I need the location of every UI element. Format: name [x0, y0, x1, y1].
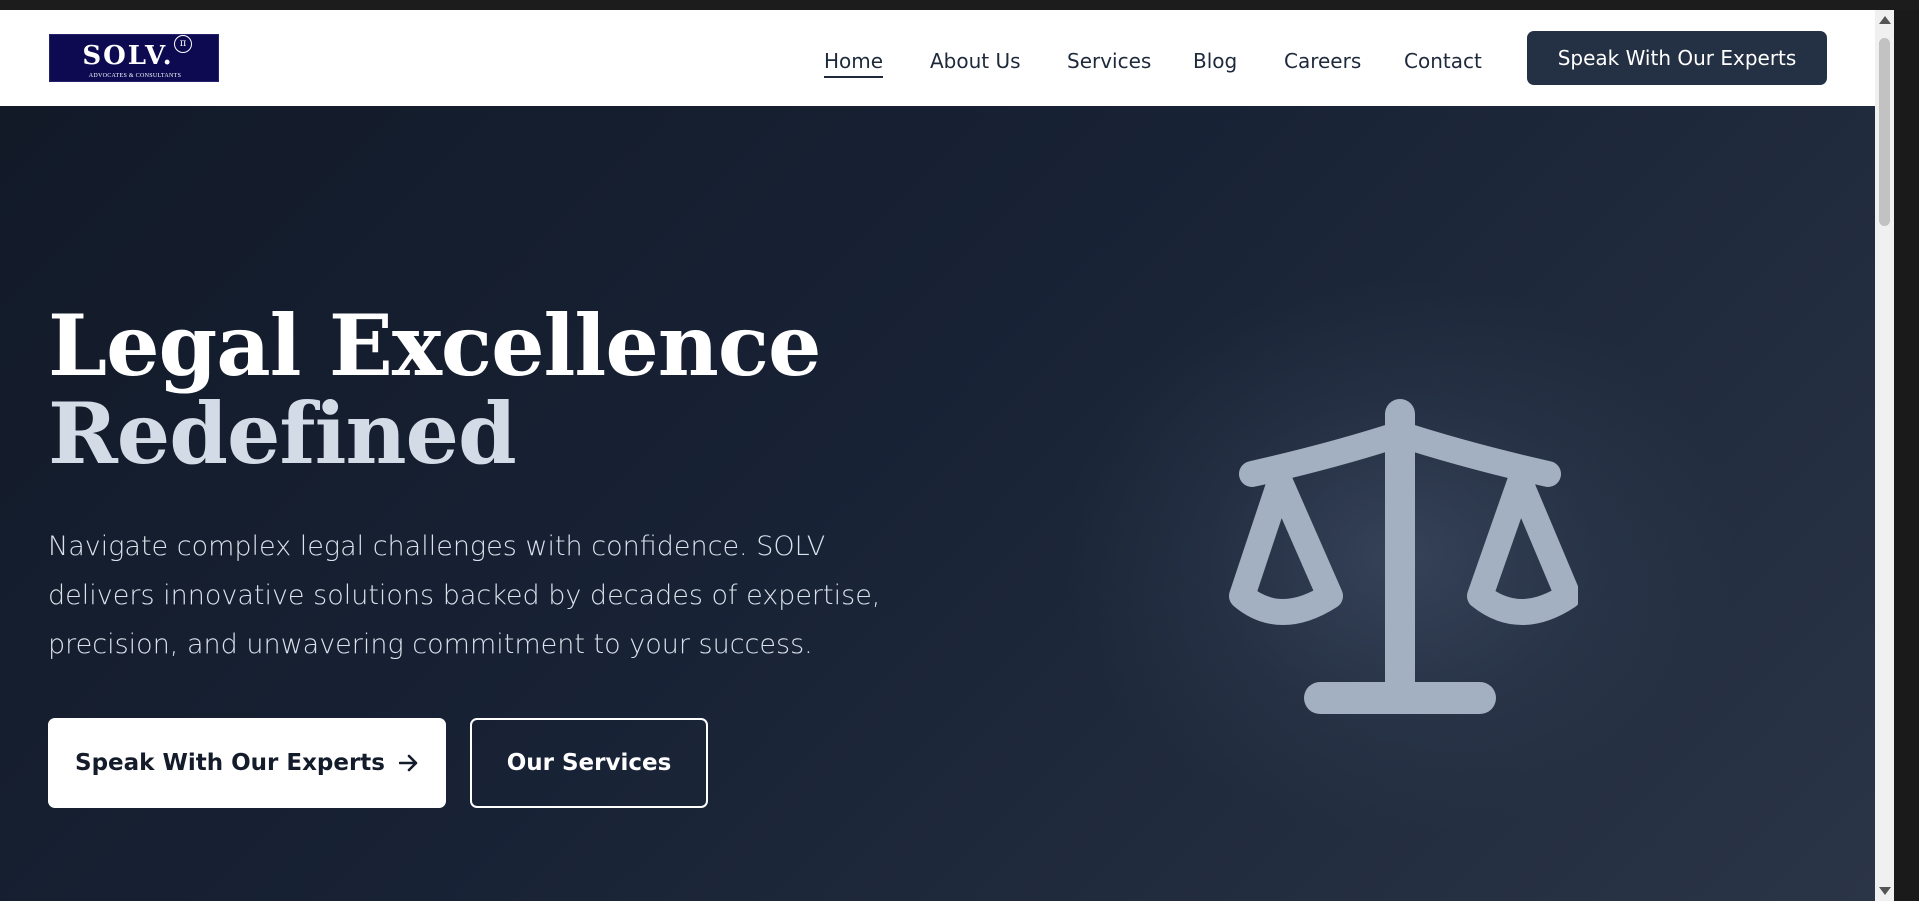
page-viewport: SOLV. π ADVOCATES & CONSULTANTS Home Abo… — [0, 10, 1875, 901]
logo-emblem-icon: π — [174, 35, 192, 53]
nav-item-blog[interactable]: Blog — [1193, 46, 1237, 76]
logo-subtitle: ADVOCATES & CONSULTANTS — [88, 73, 182, 79]
hero-primary-button-label: Speak With Our Experts — [75, 750, 385, 776]
window-right-edge — [1894, 10, 1919, 901]
scrollbar-thumb[interactable] — [1879, 38, 1890, 226]
nav-item-contact[interactable]: Contact — [1404, 46, 1482, 76]
scroll-down-arrow-icon[interactable] — [1879, 887, 1891, 895]
hero-title: Legal Excellence Redefined — [48, 296, 821, 483]
scales-of-justice-icon — [1229, 399, 1578, 714]
scroll-up-arrow-icon[interactable] — [1879, 16, 1891, 24]
nav-item-about-us[interactable]: About Us — [930, 46, 1021, 76]
nav-item-home[interactable]: Home — [824, 46, 884, 78]
hero-title-line2: Redefined — [48, 384, 517, 483]
page-scrollbar[interactable] — [1875, 10, 1894, 901]
hero-speak-with-experts-button[interactable]: Speak With Our Experts — [48, 718, 446, 808]
nav-item-careers[interactable]: Careers — [1284, 46, 1361, 76]
hero-title-line1: Legal Excellence — [48, 296, 821, 395]
header-speak-with-experts-button[interactable]: Speak With Our Experts — [1527, 31, 1827, 85]
browser-top-bar — [0, 0, 1919, 10]
site-logo[interactable]: SOLV. π ADVOCATES & CONSULTANTS — [49, 34, 219, 82]
nav-item-services[interactable]: Services — [1067, 46, 1151, 76]
arrow-right-icon — [398, 718, 419, 808]
site-header: SOLV. π ADVOCATES & CONSULTANTS Home Abo… — [0, 10, 1875, 106]
hero-our-services-button[interactable]: Our Services — [470, 718, 708, 808]
hero-description: Navigate complex legal challenges with c… — [48, 531, 881, 660]
hero-section: Legal Excellence Redefined Navigate comp… — [0, 106, 1875, 901]
